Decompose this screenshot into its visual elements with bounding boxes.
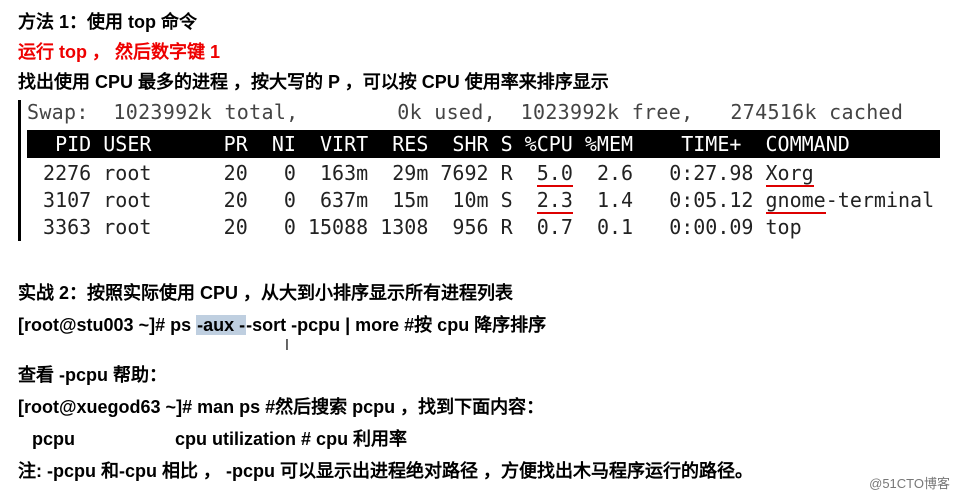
cmd2-cmd: man ps xyxy=(197,397,260,417)
command-line-1: [root@stu003 ~]# ps -aux --sort -pcpu | … xyxy=(18,311,940,337)
cmd1-comment: #按 cpu 降序排序 xyxy=(399,315,546,335)
top-row-1: 2276 root 20 0 163m 29m 7692 R 5.0 2.6 0… xyxy=(27,160,940,187)
top-row-2: 3107 root 20 0 637m 15m 10m S 2.3 1.4 0:… xyxy=(27,187,940,214)
find-cpu-heading: 找出使用 CPU 最多的进程 ，按大写的 P ，可以按 CPU 使用率来排序显示 xyxy=(18,68,940,94)
cmd1-highlight: -aux - xyxy=(196,315,246,335)
row1-cmd: Xorg xyxy=(766,161,814,187)
row2-cpu: 2.3 xyxy=(537,188,573,214)
swap-line: Swap: 1023992k total, 0k used, 1023992k … xyxy=(27,100,940,124)
practice-2-heading: 实战 2：按照实际使用 CPU ，从大到小排序显示所有进程列表 xyxy=(18,279,940,305)
row1-mid: 2.6 0:27.98 xyxy=(573,161,766,185)
run-top-heading: 运行 top ， 然后数字键 1 xyxy=(18,38,940,64)
row3-cmd: top xyxy=(766,215,802,239)
pcpu-comment: # cpu 利用率 xyxy=(301,429,407,449)
row2-mid: 1.4 0:05.12 xyxy=(573,188,766,212)
top-row-3: 3363 root 20 0 15088 1308 956 R 0.7 0.1 … xyxy=(27,214,940,241)
text-cursor-icon: I xyxy=(280,337,294,355)
top-header-row: PID USER PR NI VIRT RES SHR S %CPU %MEM … xyxy=(27,130,940,158)
row2-tail: -terminal xyxy=(826,188,934,212)
pcpu-line: pcpu cpu utilization # cpu 利用率 xyxy=(32,425,940,451)
row1-pre: 2276 root 20 0 163m 29m 7692 R xyxy=(31,161,537,185)
method-1-heading: 方法 1：使用 top 命令 xyxy=(18,8,940,34)
watermark: @51CTO博客 xyxy=(869,473,950,492)
row1-cpu: 5.0 xyxy=(537,161,573,187)
command-line-2: [root@xuegod63 ~]# man ps #然后搜索 pcpu ，找到… xyxy=(18,393,940,419)
cmd1-cmd: ps xyxy=(170,315,196,335)
row3-cpu: 0.7 xyxy=(537,215,573,239)
top-output-block: Swap: 1023992k total, 0k used, 1023992k … xyxy=(18,100,940,241)
cmd1-rest: -sort -pcpu | more xyxy=(246,315,399,335)
help-line: 查看 -pcpu 帮助： xyxy=(18,361,940,387)
cmd2-comment: #然后搜索 pcpu ，找到下面内容： xyxy=(260,397,544,417)
pcpu-desc: cpu utilization xyxy=(175,429,296,449)
pcpu-label: pcpu xyxy=(32,429,75,449)
row2-cmd: gnome xyxy=(766,188,826,214)
row3-pre: 3363 root 20 0 15088 1308 956 R xyxy=(31,215,537,239)
row2-pre: 3107 root 20 0 637m 15m 10m S xyxy=(31,188,537,212)
row3-mid: 0.1 0:00.09 xyxy=(573,215,766,239)
cmd2-prompt: [root@xuegod63 ~]# xyxy=(18,397,197,417)
cmd1-prompt: [root@stu003 ~]# xyxy=(18,315,170,335)
note-line: 注: -pcpu 和-cpu 相比 ， -pcpu 可以显示出进程绝对路径 ，方… xyxy=(18,457,940,483)
